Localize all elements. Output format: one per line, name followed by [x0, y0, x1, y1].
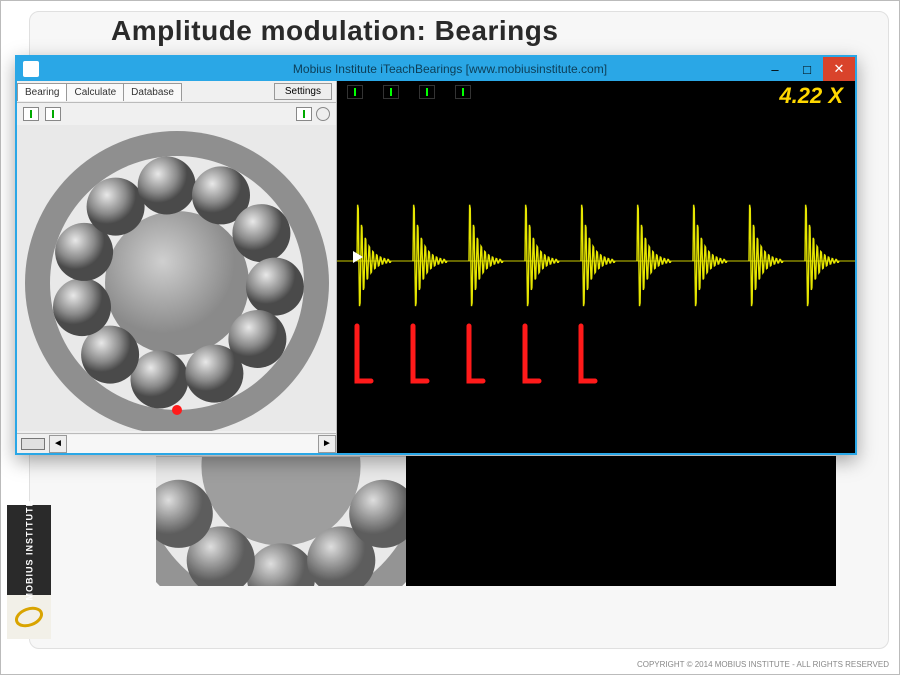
wave-slider-2[interactable]: [383, 85, 399, 99]
brand-logo-text: MOBIUS INSTITUTE: [24, 500, 34, 601]
brand-logo-top: MOBIUS INSTITUTE: [7, 505, 51, 595]
interval-marker: [581, 326, 595, 381]
wave-slider-3[interactable]: [419, 85, 435, 99]
impulse: [637, 205, 671, 306]
tab-calculate[interactable]: Calculate: [66, 83, 124, 101]
slide-root: Amplitude modulation: Bearings: [0, 0, 900, 675]
background-waveform-shadow: [406, 456, 836, 586]
bearing-ball: [232, 204, 290, 262]
app-window: Mobius Institute iTeachBearings [www.mob…: [15, 55, 857, 455]
waveform-mini-controls: [337, 81, 855, 103]
window-title: Mobius Institute iTeachBearings [www.mob…: [45, 62, 855, 76]
tab-bearing[interactable]: Bearing: [17, 83, 67, 101]
waveform-panel[interactable]: 4.22 X: [337, 81, 855, 453]
minimize-button[interactable]: –: [759, 57, 791, 81]
interval-marker: [413, 326, 427, 381]
left-mini-controls: [17, 103, 336, 125]
bearing-ball: [131, 350, 189, 408]
bearing-diagram[interactable]: [17, 125, 336, 431]
mini-slider-3[interactable]: [296, 107, 312, 121]
app-icon: [23, 61, 39, 77]
left-scrollbar[interactable]: ◄ ►: [17, 433, 336, 453]
zoom-label: 4.22 X: [779, 83, 843, 109]
brand-logo: MOBIUS INSTITUTE: [7, 505, 51, 639]
mini-slider-1[interactable]: [23, 107, 39, 121]
impulse: [581, 205, 615, 306]
close-button[interactable]: ✕: [823, 57, 855, 81]
maximize-button[interactable]: □: [791, 57, 823, 81]
waveform-chart: [337, 81, 855, 435]
bearing-ball: [53, 278, 111, 336]
defect-marker: [172, 405, 182, 415]
tab-database[interactable]: Database: [123, 83, 182, 101]
bearing-ball: [138, 157, 196, 215]
mini-knob[interactable]: [316, 107, 330, 121]
interval-marker: [469, 326, 483, 381]
app-body: Bearing Calculate Database Settings: [17, 81, 855, 453]
wave-slider-4[interactable]: [455, 85, 471, 99]
mini-slider-2[interactable]: [45, 107, 61, 121]
background-bearing-shadow: [156, 456, 406, 586]
impulse: [749, 205, 783, 306]
settings-button[interactable]: Settings: [274, 83, 332, 100]
scroll-track[interactable]: [67, 435, 318, 453]
tabs-row: Bearing Calculate Database Settings: [17, 81, 336, 103]
scroll-left-arrow[interactable]: ◄: [49, 435, 67, 453]
interval-marker: [357, 326, 371, 381]
window-buttons: – □ ✕: [759, 57, 855, 81]
wave-slider-1[interactable]: [347, 85, 363, 99]
impulse: [525, 205, 559, 306]
bearing-ball: [185, 345, 243, 403]
impulse: [693, 205, 727, 306]
interval-marker: [525, 326, 539, 381]
left-panel: Bearing Calculate Database Settings: [17, 81, 337, 453]
impulse: [805, 205, 839, 306]
brand-logo-ring: [7, 595, 51, 639]
bearing-ball: [246, 258, 304, 316]
impulse: [469, 205, 503, 306]
bearing-ball: [87, 178, 145, 236]
page-title: Amplitude modulation: Bearings: [111, 15, 558, 47]
left-scroll-chip[interactable]: [21, 438, 45, 450]
impulse: [413, 205, 447, 306]
scroll-right-arrow[interactable]: ►: [318, 435, 336, 453]
impulse: [357, 205, 391, 306]
titlebar[interactable]: Mobius Institute iTeachBearings [www.mob…: [17, 57, 855, 81]
copyright-footer: COPYRIGHT © 2014 MOBIUS INSTITUTE - ALL …: [637, 660, 889, 669]
